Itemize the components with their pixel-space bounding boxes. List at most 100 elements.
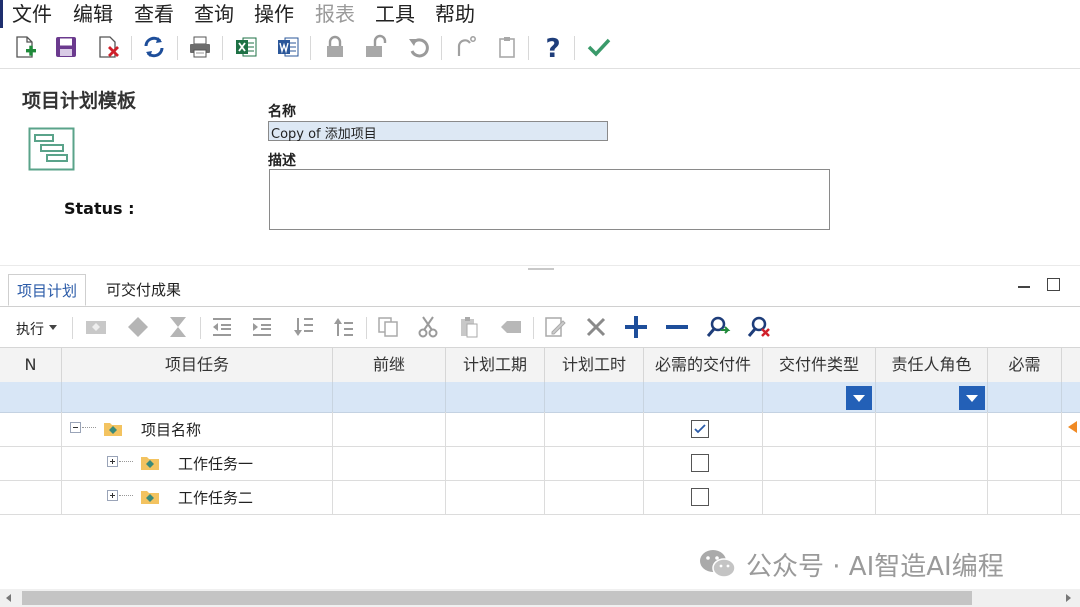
owner-role-dropdown-button[interactable] xyxy=(959,386,985,410)
lock-icon[interactable] xyxy=(320,32,350,62)
expand-icon[interactable] xyxy=(107,456,118,467)
menu-edit[interactable]: 编辑 xyxy=(73,2,113,26)
splitter-handle[interactable] xyxy=(528,268,554,270)
new-icon[interactable] xyxy=(10,32,40,62)
col-header-predecessor[interactable]: 前继 xyxy=(333,348,446,382)
menu-view[interactable]: 查看 xyxy=(134,2,174,26)
cell-duration[interactable] xyxy=(446,480,545,514)
menu-help[interactable]: 帮助 xyxy=(435,2,475,26)
move-down-icon[interactable] xyxy=(290,313,318,341)
description-textarea[interactable] xyxy=(269,169,830,230)
col-header-deliverable-type[interactable]: 交付件类型 xyxy=(763,348,876,382)
remove-row-icon[interactable] xyxy=(663,313,691,341)
menu-file[interactable]: 文件 xyxy=(12,2,52,26)
add-row-icon[interactable] xyxy=(622,313,650,341)
cell-predecessor[interactable] xyxy=(333,480,446,514)
col-header-duration[interactable]: 计划工期 xyxy=(446,348,545,382)
cell-work[interactable] xyxy=(545,412,644,446)
undo-icon[interactable] xyxy=(404,32,434,62)
cell-required[interactable] xyxy=(988,412,1062,446)
horizontal-scrollbar[interactable] xyxy=(0,589,1080,607)
filter-cell[interactable] xyxy=(988,382,1062,412)
col-header-owner-role[interactable]: 责任人角色 xyxy=(876,348,988,382)
cell-required[interactable] xyxy=(988,480,1062,514)
col-header-n[interactable]: N xyxy=(0,348,62,382)
close-doc-icon[interactable] xyxy=(94,32,124,62)
menu-query[interactable]: 查询 xyxy=(194,2,234,26)
menu-tools[interactable]: 工具 xyxy=(375,2,415,26)
required-deliverable-checkbox[interactable] xyxy=(691,488,709,506)
paste-icon[interactable] xyxy=(492,32,522,62)
cell-n[interactable] xyxy=(0,446,62,480)
filter-cell[interactable] xyxy=(446,382,545,412)
cell-n[interactable] xyxy=(0,480,62,514)
expand-icon[interactable] xyxy=(107,490,118,501)
scissors-icon[interactable] xyxy=(414,313,442,341)
cell-owner-role[interactable] xyxy=(876,412,988,446)
table-row[interactable]: 项目名称 xyxy=(0,412,1080,447)
cell-deliverable-type[interactable] xyxy=(763,412,876,446)
hourglass-icon[interactable] xyxy=(164,313,192,341)
outdent-icon[interactable] xyxy=(208,313,236,341)
minimize-icon[interactable] xyxy=(1018,286,1030,288)
save-icon[interactable] xyxy=(51,32,81,62)
tag-icon[interactable] xyxy=(497,313,525,341)
help-icon[interactable]: ? xyxy=(538,32,568,62)
filter-cell[interactable] xyxy=(644,382,763,412)
required-deliverable-checkbox-checked[interactable] xyxy=(691,420,709,438)
cell-task[interactable]: 工作任务二 xyxy=(62,480,333,514)
diamond-icon[interactable] xyxy=(124,313,152,341)
cell-task[interactable]: 工作任务一 xyxy=(62,446,333,480)
print-icon[interactable] xyxy=(185,32,215,62)
paste-icon[interactable] xyxy=(455,313,483,341)
refresh-icon[interactable] xyxy=(139,32,169,62)
cell-duration[interactable] xyxy=(446,412,545,446)
cell-predecessor[interactable] xyxy=(333,412,446,446)
chevron-down-icon[interactable] xyxy=(49,325,57,330)
delete-icon[interactable] xyxy=(582,313,610,341)
tab-project-plan[interactable]: 项目计划 xyxy=(8,274,87,306)
cell-duration[interactable] xyxy=(446,446,545,480)
maximize-icon[interactable] xyxy=(1047,278,1060,291)
cell-predecessor[interactable] xyxy=(333,446,446,480)
filter-cell[interactable] xyxy=(0,382,62,412)
word-icon[interactable] xyxy=(273,32,303,62)
scroll-right-icon[interactable] xyxy=(1066,594,1071,602)
filter-cell[interactable] xyxy=(62,382,333,412)
copy-icon[interactable] xyxy=(374,313,402,341)
name-input[interactable]: Copy of 添加项目 xyxy=(268,121,608,142)
filter-cell[interactable] xyxy=(333,382,446,412)
cell-deliverable-type[interactable] xyxy=(763,446,876,480)
col-header-required[interactable]: 必需 xyxy=(988,348,1062,382)
col-header-required-deliverable[interactable]: 必需的交付件 xyxy=(644,348,763,382)
tab-deliverables[interactable]: 可交付成果 xyxy=(98,274,189,306)
check-icon[interactable] xyxy=(584,32,614,62)
collapse-icon[interactable] xyxy=(70,422,81,433)
scrollbar-thumb[interactable] xyxy=(22,591,972,605)
cell-work[interactable] xyxy=(545,446,644,480)
filter-cell[interactable] xyxy=(545,382,644,412)
cell-required[interactable] xyxy=(988,446,1062,480)
indent-icon[interactable] xyxy=(248,313,276,341)
deliverable-type-dropdown-button[interactable] xyxy=(846,386,872,410)
unlock-icon[interactable] xyxy=(361,32,391,62)
required-deliverable-checkbox[interactable] xyxy=(691,454,709,472)
find-next-icon[interactable] xyxy=(704,313,732,341)
cell-work[interactable] xyxy=(545,480,644,514)
cell-n[interactable] xyxy=(0,412,62,446)
cell-owner-role[interactable] xyxy=(876,446,988,480)
table-row[interactable]: 工作任务二 xyxy=(0,480,1080,515)
clear-search-icon[interactable] xyxy=(745,313,773,341)
move-up-icon[interactable] xyxy=(330,313,358,341)
col-header-work[interactable]: 计划工时 xyxy=(545,348,644,382)
execute-dropdown[interactable]: 执行 xyxy=(16,319,44,339)
edit-icon[interactable] xyxy=(541,313,569,341)
table-row[interactable]: 工作任务一 xyxy=(0,446,1080,481)
cell-owner-role[interactable] xyxy=(876,480,988,514)
col-header-task[interactable]: 项目任务 xyxy=(62,348,333,382)
menu-operate[interactable]: 操作 xyxy=(254,2,294,26)
scroll-left-icon[interactable] xyxy=(6,594,11,602)
cell-deliverable-type[interactable] xyxy=(763,480,876,514)
cell-task[interactable]: 项目名称 xyxy=(62,412,333,446)
menu-report[interactable]: 报表 xyxy=(315,2,355,26)
